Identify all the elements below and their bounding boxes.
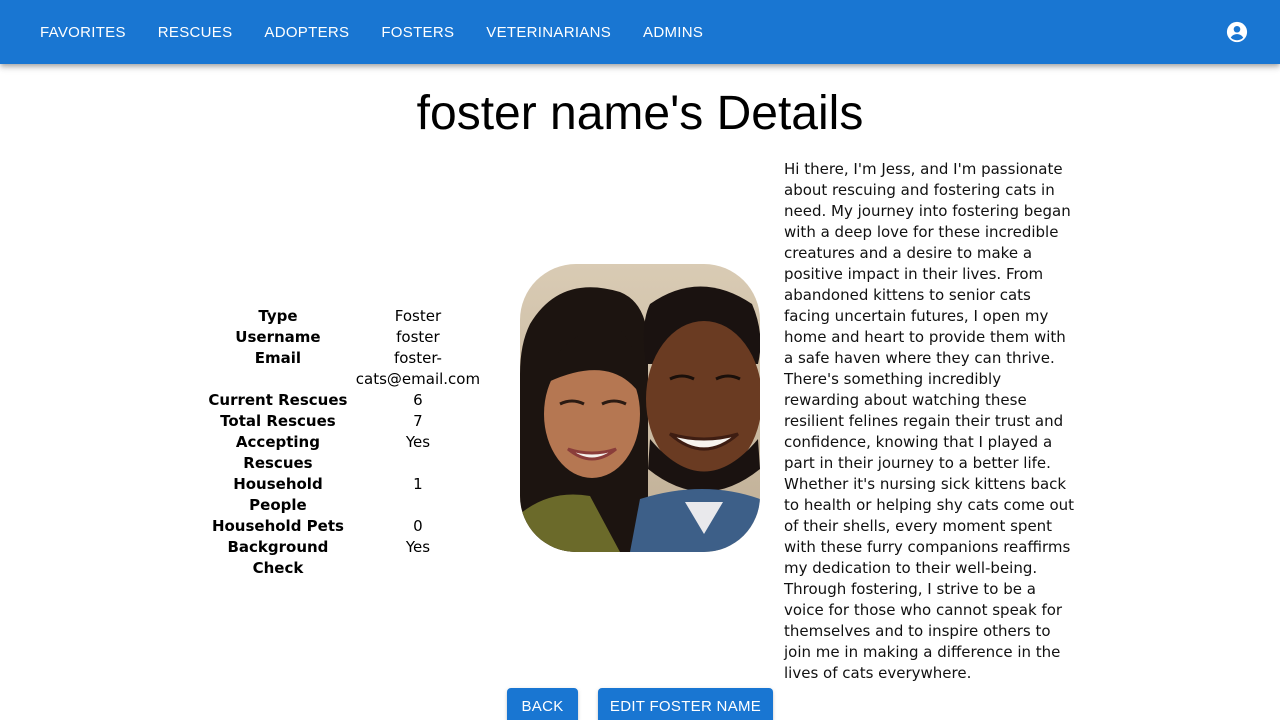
detail-value: foster xyxy=(396,328,440,346)
detail-label: Username xyxy=(235,328,321,346)
details-row-background-check: Background Check Yes xyxy=(206,537,486,579)
detail-label: Email xyxy=(254,349,302,367)
nav-admins[interactable]: ADMINS xyxy=(627,18,719,47)
details-row-accepting-rescues: Accepting Rescues Yes xyxy=(206,432,486,474)
foster-photo xyxy=(520,264,760,552)
nav-fosters[interactable]: FOSTERS xyxy=(365,18,470,47)
details-row-email: Email foster-cats@email.com xyxy=(206,348,486,390)
detail-value: 7 xyxy=(413,412,423,430)
details-row-current-rescues: Current Rescues 6 xyxy=(206,390,486,411)
detail-label: Background Check xyxy=(227,538,329,577)
details-row-username: Username foster xyxy=(206,327,486,348)
detail-label: Household Pets xyxy=(211,517,344,535)
nav-favorites[interactable]: FAVORITES xyxy=(24,18,142,47)
detail-value: Foster xyxy=(394,307,442,325)
back-button[interactable]: BACK xyxy=(507,688,578,720)
detail-value: 6 xyxy=(413,391,423,409)
details-row-total-rescues: Total Rescues 7 xyxy=(206,411,486,432)
detail-value: 1 xyxy=(413,475,423,493)
details-table: Type Foster Username foster Email foster… xyxy=(206,306,486,579)
edit-foster-button[interactable]: EDIT FOSTER NAME xyxy=(598,688,773,720)
nav-veterinarians[interactable]: VETERINARIANS xyxy=(470,18,627,47)
detail-label: Type xyxy=(258,307,298,325)
detail-label: Household People xyxy=(233,475,323,514)
detail-label: Current Rescues xyxy=(208,391,348,409)
detail-value: foster-cats@email.com xyxy=(355,349,481,388)
nav-rescues[interactable]: RESCUES xyxy=(142,18,249,47)
nav-adopters[interactable]: ADOPTERS xyxy=(248,18,365,47)
page-title: foster name's Details xyxy=(416,87,864,140)
detail-value: Yes xyxy=(405,433,431,451)
details-row-household-people: Household People 1 xyxy=(206,474,486,516)
detail-label: Total Rescues xyxy=(220,412,336,430)
foster-bio: Hi there, I'm Jess, and I'm passionate a… xyxy=(784,160,1075,682)
detail-value: 0 xyxy=(413,517,423,535)
app-bar: FAVORITES RESCUES ADOPTERS FOSTERS VETER… xyxy=(0,0,1280,64)
main-nav: FAVORITES RESCUES ADOPTERS FOSTERS VETER… xyxy=(24,18,719,47)
detail-label: Accepting Rescues xyxy=(235,433,320,472)
account-circle-icon[interactable] xyxy=(1226,21,1248,43)
detail-value: Yes xyxy=(405,538,431,556)
details-row-type: Type Foster xyxy=(206,306,486,327)
details-row-household-pets: Household Pets 0 xyxy=(206,516,486,537)
